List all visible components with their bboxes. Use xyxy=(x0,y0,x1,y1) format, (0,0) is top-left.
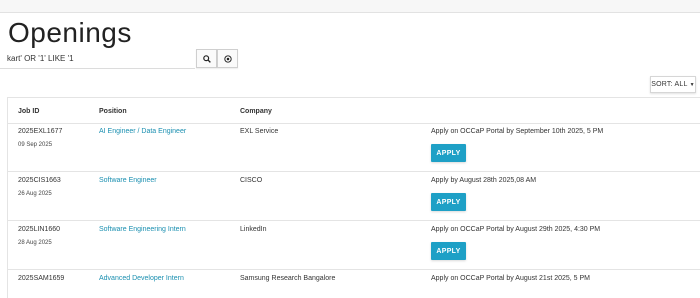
job-date: 09 Sep 2025 xyxy=(18,142,53,148)
top-bar xyxy=(0,0,700,13)
header-position: Position xyxy=(99,108,127,115)
position-link[interactable]: Software Engineer xyxy=(99,177,157,184)
table-row: 2025EXL1677 09 Sep 2025 AI Engineer / Da… xyxy=(8,123,700,172)
position-link[interactable]: Advanced Developer Intern xyxy=(99,275,184,282)
reset-button[interactable] xyxy=(217,49,238,68)
page-title: Openings xyxy=(8,17,132,48)
search-icon xyxy=(202,54,211,63)
company-name: Samsung Research Bangalore xyxy=(240,275,336,282)
table-row: 2025LIN1660 28 Aug 2025 Software Enginee… xyxy=(8,221,700,270)
table-row: 2025CIS1663 26 Aug 2025 Software Enginee… xyxy=(8,172,700,221)
company-name: LinkedIn xyxy=(240,226,267,233)
job-date: 28 Aug 2025 xyxy=(18,240,52,246)
apply-instructions: Apply on OCCaP Portal by August 29th 202… xyxy=(431,226,601,233)
table-row: 2025SAM1659 Advanced Developer Intern Sa… xyxy=(8,270,700,284)
company-name: EXL Service xyxy=(240,128,279,135)
header-job-id: Job ID xyxy=(18,108,40,115)
sort-label: SORT: ALL xyxy=(651,81,688,88)
apply-instructions: Apply on OCCaP Portal by August 21st 202… xyxy=(431,275,591,282)
apply-button[interactable]: APPLY xyxy=(431,242,466,260)
sort-dropdown[interactable]: SORT: ALL ▼ xyxy=(650,76,696,93)
apply-button[interactable]: APPLY xyxy=(431,144,466,162)
header-company: Company xyxy=(240,108,272,115)
position-link[interactable]: AI Engineer / Data Engineer xyxy=(99,128,186,135)
job-date: 26 Aug 2025 xyxy=(18,191,52,197)
search-input[interactable] xyxy=(0,49,195,69)
apply-instructions: Apply on OCCaP Portal by September 10th … xyxy=(431,128,604,135)
caret-down-icon: ▼ xyxy=(689,81,695,88)
search-bar xyxy=(0,49,238,69)
company-name: CISCO xyxy=(240,177,263,184)
job-id: 2025EXL1677 xyxy=(18,128,63,135)
position-link[interactable]: Software Engineering Intern xyxy=(99,226,186,233)
search-button[interactable] xyxy=(196,49,217,68)
target-icon xyxy=(223,54,232,63)
job-id: 2025SAM1659 xyxy=(18,275,65,282)
apply-instructions: Apply by August 28th 2025,08 AM xyxy=(431,177,537,184)
job-id: 2025LIN1660 xyxy=(18,226,61,233)
job-id: 2025CIS1663 xyxy=(18,177,61,184)
apply-button[interactable]: APPLY xyxy=(431,193,466,211)
